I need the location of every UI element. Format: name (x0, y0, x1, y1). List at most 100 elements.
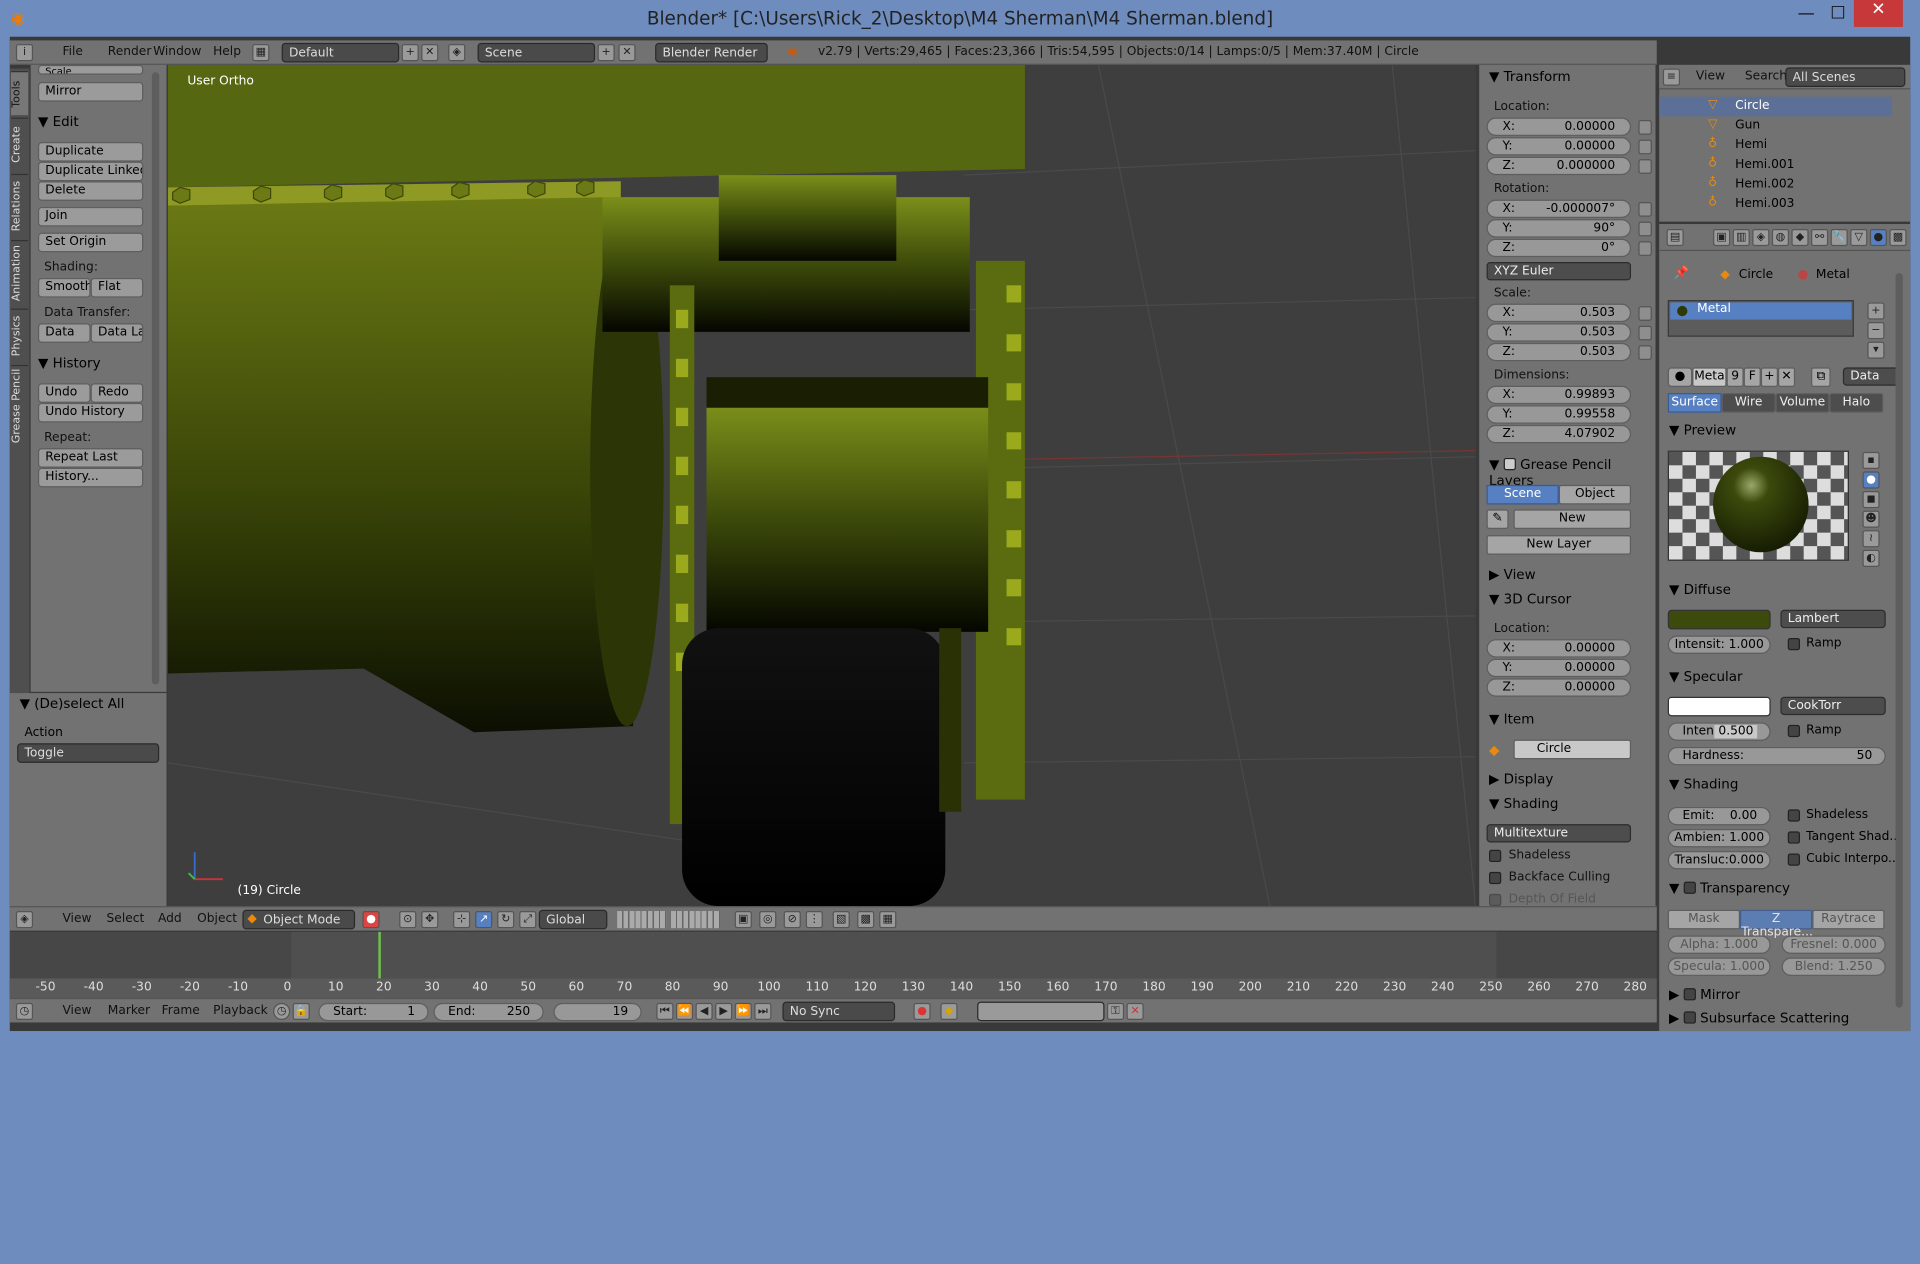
menu-file[interactable]: File (62, 45, 82, 58)
playback-menu[interactable]: Playback (213, 1004, 268, 1017)
layer-buttons-1[interactable] (617, 911, 667, 929)
item-header[interactable]: ▼ Item (1489, 711, 1534, 727)
orientation-select[interactable]: Global (538, 909, 608, 930)
cursor-z-field[interactable]: Z: 0.00000 (1486, 678, 1632, 697)
marker-menu[interactable]: Marker (108, 1004, 150, 1017)
wire-tab[interactable]: Wire (1721, 393, 1776, 413)
close-button[interactable]: ✕ (1853, 0, 1903, 27)
lock-icon[interactable] (1638, 221, 1652, 237)
move-widget-icon[interactable]: ⊹ (453, 911, 471, 929)
play-reverse-icon[interactable]: ◀ (695, 1002, 713, 1021)
lock-icon[interactable] (1638, 159, 1652, 174)
timeline[interactable]: -50 -40 -30 -20 -10 0 10 20 30 40 50 60 70 80 90 100 110… (9, 931, 1657, 998)
shading-header[interactable]: ▼ Shading (1489, 796, 1558, 812)
frame-menu[interactable]: Frame (162, 1004, 200, 1017)
pin-icon[interactable]: 📌 (1674, 267, 1689, 280)
timeline-view-menu[interactable]: View (62, 1004, 91, 1017)
diffuse-header[interactable]: ▼ Diffuse (1669, 582, 1731, 598)
scene-tab-icon[interactable]: ◈ (1752, 228, 1770, 247)
lock-icon[interactable] (1638, 345, 1652, 361)
lock-layers-icon[interactable]: ▣ (734, 911, 752, 929)
sync-select[interactable]: No Sync (782, 1001, 896, 1022)
new-material-icon[interactable]: + (1760, 367, 1778, 387)
animation-render-icon[interactable]: ▦ (879, 911, 897, 929)
gp-layers-checkbox[interactable] (1503, 457, 1516, 471)
translucency-field[interactable]: Transluc:0.000 (1667, 851, 1771, 870)
menu-window[interactable]: Window (153, 45, 201, 58)
fake-user-button[interactable]: F (1743, 367, 1761, 387)
sss-header[interactable]: ▶ Subsurface Scattering (1669, 1010, 1849, 1026)
layout-select[interactable]: Default (281, 42, 400, 63)
set-origin-button[interactable]: Set Origin (37, 232, 144, 253)
material-users[interactable]: 9 (1726, 367, 1744, 387)
preview-hair-icon[interactable]: ≀ (1862, 530, 1880, 548)
snap-element-icon[interactable]: ⋮ (805, 911, 823, 929)
scene-select[interactable]: Scene (477, 42, 596, 63)
specular-header[interactable]: ▼ Specular (1669, 669, 1743, 685)
tab-grease-pencil[interactable]: Grease Pencil (11, 364, 29, 446)
scale-y-field[interactable]: Y: 0.503 (1486, 323, 1632, 342)
outliner-item-circle[interactable]: ▽ Circle (1659, 96, 1892, 117)
render-engine-select[interactable]: Blender Render (655, 42, 768, 63)
rotation-x-field[interactable]: X: -0.000007° (1486, 199, 1632, 218)
tangent-shading-checkbox[interactable] (1787, 831, 1801, 844)
rotation-y-field[interactable]: Y: 90° (1486, 219, 1632, 238)
keying-icon[interactable]: ◆ (940, 1002, 958, 1021)
preview-flat-icon[interactable]: ▪ (1862, 451, 1880, 469)
item-name-field[interactable]: Circle (1513, 739, 1632, 760)
tab-tools[interactable]: Tools (11, 71, 29, 116)
ztransparency-button[interactable]: Z Transpare... (1740, 909, 1813, 939)
transparency-header[interactable]: ▼ Transparency (1669, 880, 1790, 896)
menu-render[interactable]: Render (108, 45, 152, 58)
ambient-field[interactable]: Ambien: 1.000 (1667, 828, 1771, 848)
preview-cube-icon[interactable]: ◼ (1862, 491, 1880, 509)
dimensions-x-field[interactable]: X: 0.99893 (1486, 385, 1632, 405)
maximize-button[interactable]: ☐ (1820, 4, 1857, 28)
play-icon[interactable]: ▶ (715, 1002, 733, 1021)
scene-toggle-button[interactable]: Scene (1486, 484, 1559, 505)
pivot-icon[interactable]: ⊙ (399, 911, 417, 929)
repeat-last-button[interactable]: Repeat Last (37, 448, 144, 468)
3d-editor-icon[interactable]: ◈ (15, 911, 34, 929)
location-x-field[interactable]: X: 0.00000 (1486, 117, 1632, 136)
dof-checkbox[interactable] (1488, 893, 1502, 907)
view-menu[interactable]: View (62, 912, 91, 925)
modifiers-tab-icon[interactable]: 🔧 (1830, 228, 1848, 247)
current-frame-field[interactable]: 19 (553, 1002, 642, 1022)
alpha-field[interactable]: Alpha: 1.000 (1667, 935, 1771, 954)
diffuse-ramp-checkbox[interactable] (1787, 637, 1801, 651)
camera-icon[interactable]: ▩ (857, 911, 875, 929)
halo-tab[interactable]: Halo (1829, 393, 1884, 413)
cursor-x-field[interactable]: X: 0.00000 (1486, 639, 1632, 658)
specular-shader-select[interactable]: CookTorr (1780, 696, 1886, 716)
duplicate-linked-button[interactable]: Duplicate Linked (37, 161, 144, 182)
shadeless-checkbox[interactable] (1488, 849, 1502, 863)
properties-scrollbar[interactable] (1895, 273, 1903, 1008)
tab-animation[interactable]: Animation (11, 240, 29, 307)
scene-icon[interactable]: ◈ (448, 44, 466, 62)
specular-transparency-field[interactable]: Specula: 1.000 (1667, 957, 1771, 976)
preview-header[interactable]: ▼ Preview (1669, 422, 1736, 438)
pencil-icon[interactable]: ✎ (1486, 509, 1509, 529)
mode-select[interactable]: ◆ Object Mode (242, 909, 356, 930)
scale-z-field[interactable]: Z: 0.503 (1486, 342, 1632, 362)
end-frame-field[interactable]: End: 250 (433, 1002, 544, 1022)
specular-ramp-checkbox[interactable] (1787, 724, 1801, 738)
texture-tab-icon[interactable]: ▩ (1889, 228, 1907, 247)
backface-checkbox[interactable] (1488, 871, 1502, 885)
diffuse-intensity-field[interactable]: Intensit: 1.000 (1667, 635, 1771, 654)
scale-x-field[interactable]: X: 0.503 (1486, 303, 1632, 323)
location-y-field[interactable]: Y: 0.00000 (1486, 137, 1632, 156)
outliner-item-hemi[interactable]: ♁ Hemi (1659, 136, 1892, 156)
keying-set-field[interactable] (977, 1001, 1105, 1022)
delete-button[interactable]: Delete (37, 181, 144, 201)
add-layout-icon[interactable]: + (401, 44, 419, 62)
transform-header[interactable]: ▼ Transform (1489, 69, 1571, 85)
lock-icon[interactable] (1638, 241, 1652, 256)
lock-icon[interactable] (1638, 202, 1652, 217)
clock-icon[interactable]: ◷ (273, 1002, 291, 1021)
action-select[interactable]: Toggle (17, 743, 160, 763)
data-button[interactable]: Data (37, 323, 91, 343)
new-button[interactable]: New (1513, 509, 1632, 529)
sss-checkbox[interactable] (1683, 1011, 1696, 1024)
